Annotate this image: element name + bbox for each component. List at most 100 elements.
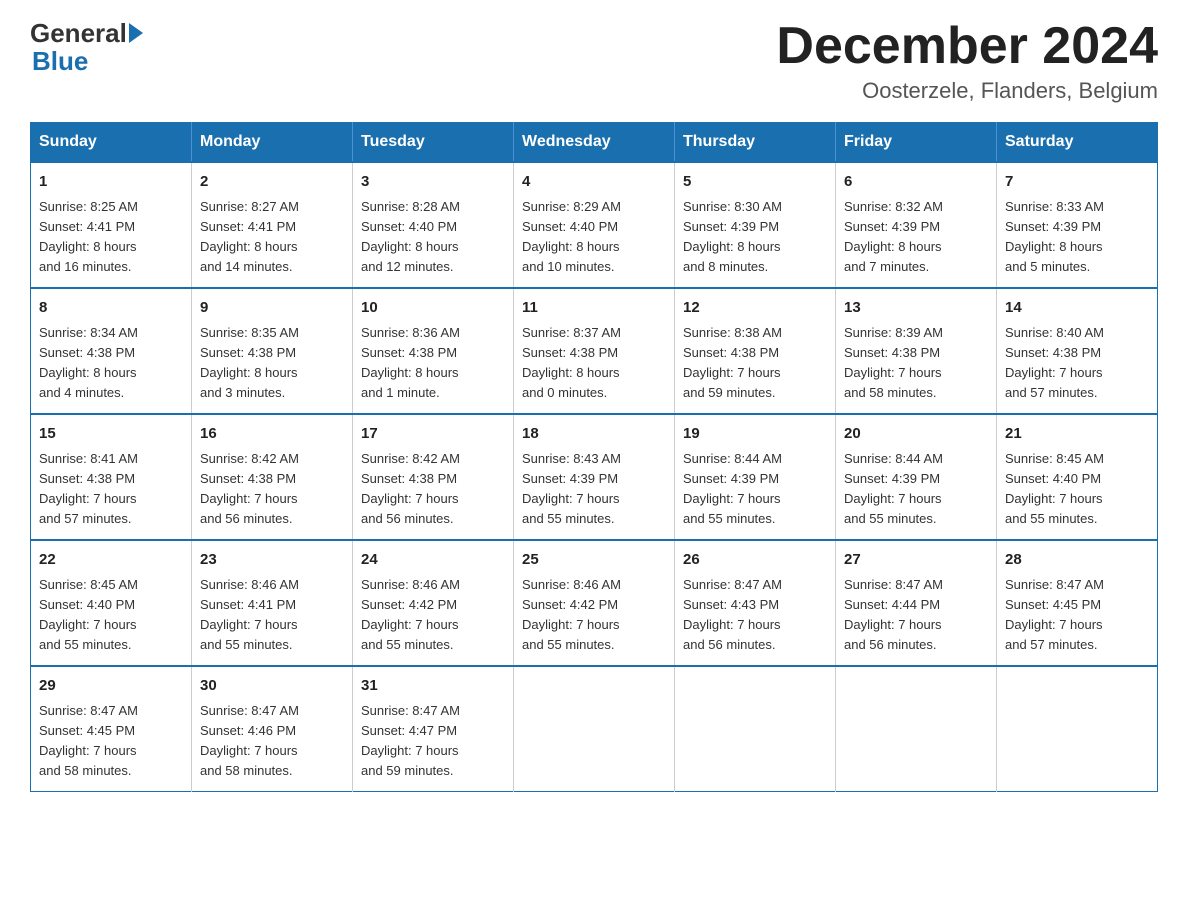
- calendar-cell: 28 Sunrise: 8:47 AM Sunset: 4:45 PM Dayli…: [997, 540, 1158, 666]
- page-header: General Blue December 2024 Oosterzele, F…: [30, 20, 1158, 104]
- day-number: 28: [1005, 549, 1149, 572]
- day-info: Sunrise: 8:47 AM Sunset: 4:47 PM Dayligh…: [361, 701, 505, 782]
- calendar-cell: 10 Sunrise: 8:36 AM Sunset: 4:38 PM Dayli…: [353, 288, 514, 414]
- calendar-cell: 19 Sunrise: 8:44 AM Sunset: 4:39 PM Dayli…: [675, 414, 836, 540]
- day-info: Sunrise: 8:43 AM Sunset: 4:39 PM Dayligh…: [522, 449, 666, 530]
- day-number: 19: [683, 423, 827, 446]
- calendar-cell: 24 Sunrise: 8:46 AM Sunset: 4:42 PM Dayli…: [353, 540, 514, 666]
- day-info: Sunrise: 8:45 AM Sunset: 4:40 PM Dayligh…: [1005, 449, 1149, 530]
- day-number: 21: [1005, 423, 1149, 446]
- day-info: Sunrise: 8:42 AM Sunset: 4:38 PM Dayligh…: [361, 449, 505, 530]
- day-number: 25: [522, 549, 666, 572]
- calendar-cell: [675, 666, 836, 792]
- calendar-cell: 20 Sunrise: 8:44 AM Sunset: 4:39 PM Dayli…: [836, 414, 997, 540]
- day-info: Sunrise: 8:39 AM Sunset: 4:38 PM Dayligh…: [844, 323, 988, 404]
- calendar-cell: 25 Sunrise: 8:46 AM Sunset: 4:42 PM Dayli…: [514, 540, 675, 666]
- calendar-week-row: 8Sunrise: 8:34 AM Sunset: 4:38 PM Daylig…: [31, 288, 1158, 414]
- day-number: 13: [844, 297, 988, 320]
- day-number: 27: [844, 549, 988, 572]
- day-number: 11: [522, 297, 666, 320]
- calendar-cell: 7 Sunrise: 8:33 AM Sunset: 4:39 PM Daylig…: [997, 162, 1158, 288]
- day-number: 7: [1005, 171, 1149, 194]
- calendar-table: SundayMondayTuesdayWednesdayThursdayFrid…: [30, 122, 1158, 792]
- calendar-cell: 21 Sunrise: 8:45 AM Sunset: 4:40 PM Dayli…: [997, 414, 1158, 540]
- calendar-week-row: 22Sunrise: 8:45 AM Sunset: 4:40 PM Dayli…: [31, 540, 1158, 666]
- day-number: 8: [39, 297, 183, 320]
- day-number: 17: [361, 423, 505, 446]
- day-info: Sunrise: 8:27 AM Sunset: 4:41 PM Dayligh…: [200, 197, 344, 278]
- day-info: Sunrise: 8:46 AM Sunset: 4:41 PM Dayligh…: [200, 575, 344, 656]
- day-info: Sunrise: 8:46 AM Sunset: 4:42 PM Dayligh…: [522, 575, 666, 656]
- day-number: 15: [39, 423, 183, 446]
- day-info: Sunrise: 8:47 AM Sunset: 4:45 PM Dayligh…: [1005, 575, 1149, 656]
- title-area: December 2024 Oosterzele, Flanders, Belg…: [776, 20, 1158, 104]
- day-number: 9: [200, 297, 344, 320]
- day-info: Sunrise: 8:30 AM Sunset: 4:39 PM Dayligh…: [683, 197, 827, 278]
- calendar-cell: 29Sunrise: 8:47 AM Sunset: 4:45 PM Dayli…: [31, 666, 192, 792]
- day-info: Sunrise: 8:32 AM Sunset: 4:39 PM Dayligh…: [844, 197, 988, 278]
- day-number: 4: [522, 171, 666, 194]
- day-number: 10: [361, 297, 505, 320]
- calendar-cell: 22Sunrise: 8:45 AM Sunset: 4:40 PM Dayli…: [31, 540, 192, 666]
- calendar-cell: 6 Sunrise: 8:32 AM Sunset: 4:39 PM Daylig…: [836, 162, 997, 288]
- day-info: Sunrise: 8:37 AM Sunset: 4:38 PM Dayligh…: [522, 323, 666, 404]
- day-info: Sunrise: 8:28 AM Sunset: 4:40 PM Dayligh…: [361, 197, 505, 278]
- day-info: Sunrise: 8:47 AM Sunset: 4:45 PM Dayligh…: [39, 701, 183, 782]
- calendar-cell: 18Sunrise: 8:43 AM Sunset: 4:39 PM Dayli…: [514, 414, 675, 540]
- day-info: Sunrise: 8:33 AM Sunset: 4:39 PM Dayligh…: [1005, 197, 1149, 278]
- logo: General Blue: [30, 20, 145, 77]
- calendar-cell: [997, 666, 1158, 792]
- weekday-header-saturday: Saturday: [997, 123, 1158, 163]
- day-info: Sunrise: 8:45 AM Sunset: 4:40 PM Dayligh…: [39, 575, 183, 656]
- day-number: 3: [361, 171, 505, 194]
- day-number: 26: [683, 549, 827, 572]
- day-info: Sunrise: 8:41 AM Sunset: 4:38 PM Dayligh…: [39, 449, 183, 530]
- day-number: 2: [200, 171, 344, 194]
- day-info: Sunrise: 8:44 AM Sunset: 4:39 PM Dayligh…: [683, 449, 827, 530]
- calendar-week-row: 1Sunrise: 8:25 AM Sunset: 4:41 PM Daylig…: [31, 162, 1158, 288]
- calendar-cell: 1Sunrise: 8:25 AM Sunset: 4:41 PM Daylig…: [31, 162, 192, 288]
- day-number: 6: [844, 171, 988, 194]
- day-info: Sunrise: 8:47 AM Sunset: 4:43 PM Dayligh…: [683, 575, 827, 656]
- day-number: 5: [683, 171, 827, 194]
- day-number: 24: [361, 549, 505, 572]
- logo-blue-text: Blue: [32, 46, 88, 76]
- logo-arrow-icon: [129, 23, 143, 43]
- calendar-cell: 31 Sunrise: 8:47 AM Sunset: 4:47 PM Dayli…: [353, 666, 514, 792]
- calendar-cell: 26 Sunrise: 8:47 AM Sunset: 4:43 PM Dayli…: [675, 540, 836, 666]
- month-title: December 2024: [776, 20, 1158, 72]
- day-info: Sunrise: 8:46 AM Sunset: 4:42 PM Dayligh…: [361, 575, 505, 656]
- day-info: Sunrise: 8:29 AM Sunset: 4:40 PM Dayligh…: [522, 197, 666, 278]
- day-info: Sunrise: 8:47 AM Sunset: 4:46 PM Dayligh…: [200, 701, 344, 782]
- day-info: Sunrise: 8:40 AM Sunset: 4:38 PM Dayligh…: [1005, 323, 1149, 404]
- calendar-cell: 3 Sunrise: 8:28 AM Sunset: 4:40 PM Daylig…: [353, 162, 514, 288]
- calendar-week-row: 29Sunrise: 8:47 AM Sunset: 4:45 PM Dayli…: [31, 666, 1158, 792]
- day-info: Sunrise: 8:36 AM Sunset: 4:38 PM Dayligh…: [361, 323, 505, 404]
- day-info: Sunrise: 8:35 AM Sunset: 4:38 PM Dayligh…: [200, 323, 344, 404]
- weekday-header-tuesday: Tuesday: [353, 123, 514, 163]
- calendar-week-row: 15 Sunrise: 8:41 AM Sunset: 4:38 PM Dayli…: [31, 414, 1158, 540]
- calendar-header-row: SundayMondayTuesdayWednesdayThursdayFrid…: [31, 123, 1158, 163]
- logo-general-text: General: [30, 20, 127, 46]
- day-number: 31: [361, 675, 505, 698]
- day-number: 20: [844, 423, 988, 446]
- day-number: 23: [200, 549, 344, 572]
- day-info: Sunrise: 8:44 AM Sunset: 4:39 PM Dayligh…: [844, 449, 988, 530]
- day-number: 12: [683, 297, 827, 320]
- weekday-header-monday: Monday: [192, 123, 353, 163]
- calendar-cell: 12Sunrise: 8:38 AM Sunset: 4:38 PM Dayli…: [675, 288, 836, 414]
- day-number: 14: [1005, 297, 1149, 320]
- day-number: 1: [39, 171, 183, 194]
- day-info: Sunrise: 8:42 AM Sunset: 4:38 PM Dayligh…: [200, 449, 344, 530]
- calendar-cell: 2 Sunrise: 8:27 AM Sunset: 4:41 PM Daylig…: [192, 162, 353, 288]
- calendar-cell: 15 Sunrise: 8:41 AM Sunset: 4:38 PM Dayli…: [31, 414, 192, 540]
- calendar-cell: 17 Sunrise: 8:42 AM Sunset: 4:38 PM Dayli…: [353, 414, 514, 540]
- calendar-cell: [836, 666, 997, 792]
- calendar-cell: 8Sunrise: 8:34 AM Sunset: 4:38 PM Daylig…: [31, 288, 192, 414]
- calendar-cell: 27Sunrise: 8:47 AM Sunset: 4:44 PM Dayli…: [836, 540, 997, 666]
- weekday-header-sunday: Sunday: [31, 123, 192, 163]
- weekday-header-thursday: Thursday: [675, 123, 836, 163]
- calendar-cell: 14 Sunrise: 8:40 AM Sunset: 4:38 PM Dayli…: [997, 288, 1158, 414]
- calendar-cell: [514, 666, 675, 792]
- day-number: 16: [200, 423, 344, 446]
